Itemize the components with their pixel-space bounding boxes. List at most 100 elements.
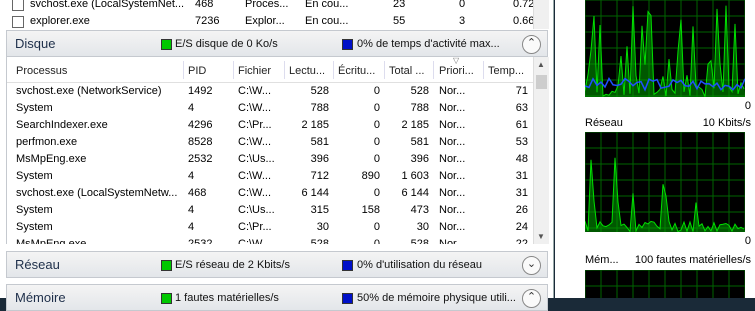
process-checkbox[interactable]	[12, 0, 24, 11]
read-bytes: 712	[310, 170, 329, 182]
cpu-list-scrollbar[interactable]	[533, 0, 549, 29]
total-bytes: 528	[410, 85, 429, 97]
io-priority: Nor...	[439, 187, 466, 199]
table-row[interactable]: svchost.exe (LocalSystemNet... 468 Proce…	[0, 0, 548, 15]
read-bytes: 30	[316, 221, 329, 233]
process-cpu: 3	[459, 15, 466, 27]
process-name: svchost.exe (NetworkService)	[16, 85, 162, 97]
process-name: explorer.exe	[30, 15, 90, 27]
total-bytes: 581	[410, 136, 429, 148]
read-bytes: 396	[310, 153, 329, 165]
process-name: System	[16, 221, 53, 233]
process-pid: 4296	[188, 119, 213, 131]
response-time: 48	[515, 153, 528, 165]
file-path: C:\W...	[238, 85, 271, 97]
process-pid: 2532	[188, 238, 213, 244]
file-path: C:\Pr...	[238, 119, 272, 131]
io-priority: Nor...	[439, 153, 466, 165]
column-header-pid[interactable]: PID	[188, 65, 206, 77]
table-row[interactable]: svchost.exe (LocalSystemNetw... 468 C:\W..…	[7, 185, 533, 202]
network-section-header[interactable]: Réseau E/S réseau de 2 Kbits/s 0% d'util…	[6, 251, 548, 278]
response-time: 22	[515, 238, 528, 244]
blue-legend-icon	[342, 293, 353, 304]
table-row[interactable]: MsMpEng.exe 2532 C:\Us... 396 0 396 Nor... 48	[7, 151, 533, 168]
read-bytes: 315	[310, 204, 329, 216]
scroll-thumb[interactable]	[536, 75, 547, 89]
table-row[interactable]: System 4 C:\Pr... 30 0 30 Nor... 24	[7, 219, 533, 236]
io-priority: Nor...	[439, 102, 466, 114]
process-name: System	[16, 170, 53, 182]
collapse-disk-button[interactable]: ⌃	[522, 35, 541, 54]
write-bytes: 0	[373, 102, 380, 114]
table-row[interactable]: SearchIndexer.exe 4296 C:\Pr... 2 185 0 2 185…	[7, 117, 533, 134]
network-graph-label: Réseau	[585, 117, 623, 129]
memory-graph-max: 100 fautes matérielles/s	[634, 254, 751, 266]
response-time: 53	[515, 136, 528, 148]
read-bytes: 528	[310, 85, 329, 97]
file-path: C:\W...	[238, 187, 271, 199]
file-path: C:\W...	[238, 136, 271, 148]
total-bytes: 528	[410, 238, 429, 244]
write-bytes: 890	[361, 170, 380, 182]
total-bytes: 788	[410, 102, 429, 114]
write-bytes: 158	[361, 204, 380, 216]
scroll-up-icon[interactable]: ▲	[537, 60, 545, 69]
memory-graph-svg	[585, 270, 745, 298]
read-bytes: 581	[310, 136, 329, 148]
network-graph-svg	[585, 132, 745, 232]
column-header-response-time[interactable]: Temp...	[488, 65, 524, 77]
network-usage-summary: 0% d'utilisation du réseau	[357, 259, 483, 271]
green-legend-icon	[161, 39, 172, 50]
network-section-title: Réseau	[15, 257, 60, 272]
process-threads: 23	[393, 0, 406, 10]
io-priority: Nor...	[439, 119, 466, 131]
process-name: svchost.exe (LocalSystemNetw...	[16, 187, 178, 199]
write-bytes: 0	[373, 238, 380, 244]
column-header-priority[interactable]: Priori...	[439, 65, 474, 77]
scroll-down-icon[interactable]: ▼	[537, 232, 545, 241]
table-row[interactable]: System 4 C:\W... 788 0 788 Nor... 63	[7, 100, 533, 117]
column-header-process[interactable]: Processus	[16, 65, 67, 77]
table-row[interactable]: explorer.exe 7236 Explor... En cou... 55…	[0, 14, 548, 29]
memory-usage-summary: 50% de mémoire physique utili...	[357, 292, 516, 304]
expand-network-button[interactable]: ⌄	[522, 256, 541, 275]
disk-section-header[interactable]: Disque E/S disque de 0 Ko/s 0% de temps …	[6, 30, 548, 57]
column-header-write[interactable]: Écritu...	[338, 65, 375, 77]
process-pid: 4	[188, 204, 195, 216]
process-avg-cpu: 0.66	[513, 15, 535, 27]
blue-legend-icon	[342, 260, 353, 271]
total-bytes: 6 144	[401, 187, 429, 199]
column-header-file[interactable]: Fichier	[238, 65, 271, 77]
write-bytes: 0	[373, 85, 380, 97]
blue-legend-icon	[342, 39, 353, 50]
file-path: C:\Us...	[238, 204, 275, 216]
column-header-total[interactable]: Total ...	[389, 65, 424, 77]
read-bytes: 2 185	[301, 119, 329, 131]
process-description: Explor...	[245, 15, 285, 27]
process-name: SearchIndexer.exe	[16, 119, 108, 131]
read-bytes: 6 144	[301, 187, 329, 199]
table-row[interactable]: perfmon.exe 8528 C:\W... 581 0 581 Nor... 53	[7, 134, 533, 151]
process-avg-cpu: 0.72	[513, 0, 535, 10]
column-header-read[interactable]: Lectu...	[289, 65, 325, 77]
process-name: perfmon.exe	[16, 136, 78, 148]
memory-graph	[585, 270, 745, 298]
process-checkbox[interactable]	[12, 16, 24, 28]
process-threads: 55	[393, 15, 406, 27]
disk-io-summary: E/S disque de 0 Ko/s	[175, 38, 278, 50]
table-row[interactable]: System 4 C:\W... 712 890 1 603 Nor... 31	[7, 168, 533, 185]
process-pid: 1492	[188, 85, 213, 97]
table-row[interactable]: System 4 C:\Us... 315 158 473 Nor... 26	[7, 202, 533, 219]
write-bytes: 0	[373, 119, 380, 131]
process-cpu: 0	[459, 0, 466, 10]
file-path: C:\W...	[238, 238, 271, 244]
table-row[interactable]: svchost.exe (NetworkService) 1492 C:\W... 5…	[7, 83, 533, 100]
io-priority: Nor...	[439, 238, 466, 244]
table-row[interactable]: MsMpEng.exe 2532 C:\W... 528 0 528 Nor... 22	[7, 236, 533, 244]
collapse-memory-button[interactable]: ⌃	[522, 289, 541, 308]
green-legend-icon	[161, 293, 172, 304]
response-time: 24	[515, 221, 528, 233]
memory-faults-summary: 1 fautes matérielles/s	[175, 292, 279, 304]
process-status: En cou...	[305, 0, 349, 10]
disk-table-scrollbar[interactable]: ▲ ▼	[533, 57, 549, 244]
